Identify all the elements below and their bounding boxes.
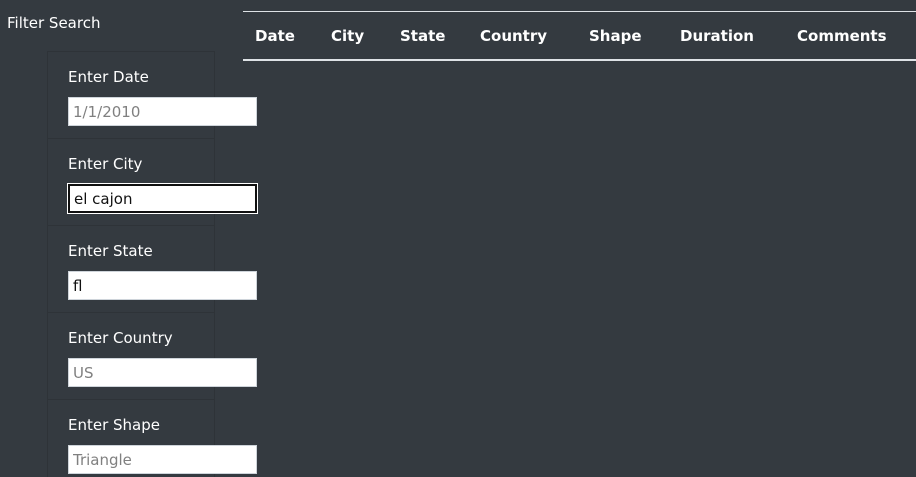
- filter-item-date: Enter Date: [48, 51, 257, 139]
- date-input[interactable]: [68, 97, 257, 126]
- filter-item-city: Enter City: [48, 138, 258, 226]
- header-state: State: [400, 27, 446, 45]
- shape-input[interactable]: [68, 445, 257, 474]
- header-comments: Comments: [797, 27, 887, 45]
- filter-list: Enter Date Enter City Enter State Enter …: [47, 51, 258, 477]
- country-input[interactable]: [68, 358, 257, 387]
- header-date: Date: [255, 27, 295, 45]
- filter-item-country: Enter Country: [48, 312, 257, 400]
- header-country: Country: [480, 27, 548, 45]
- city-input[interactable]: [67, 183, 258, 214]
- country-label: Enter Country: [68, 329, 173, 347]
- date-label: Enter Date: [68, 68, 149, 86]
- header-city: City: [331, 27, 365, 45]
- header-duration: Duration: [680, 27, 754, 45]
- city-label: Enter City: [68, 155, 143, 173]
- table-header-border: [243, 59, 916, 61]
- header-shape: Shape: [589, 27, 642, 45]
- filter-item-state: Enter State: [48, 225, 257, 313]
- page: Filter Search Enter Date Enter City Ente…: [0, 0, 916, 477]
- state-label: Enter State: [68, 242, 153, 260]
- table-top-border: [243, 11, 916, 12]
- filter-item-shape: Enter Shape: [48, 399, 257, 477]
- state-input[interactable]: [68, 271, 257, 300]
- shape-label: Enter Shape: [68, 416, 160, 434]
- filter-search-title: Filter Search: [7, 14, 101, 32]
